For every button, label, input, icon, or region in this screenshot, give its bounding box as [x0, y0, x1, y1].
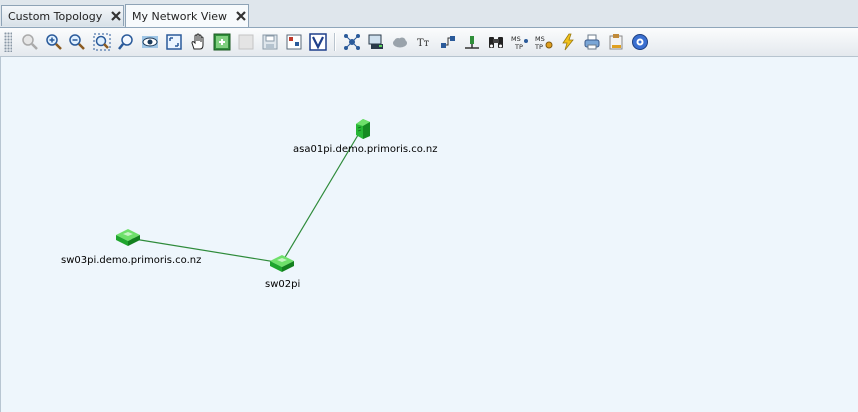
- add-device-icon[interactable]: [212, 32, 232, 52]
- zoom-reset-icon[interactable]: [20, 32, 40, 52]
- network-canvas[interactable]: asa01pi.demo.primoris.co.nz sw03pi.demo.…: [0, 57, 858, 412]
- cloud-icon[interactable]: [390, 32, 410, 52]
- switch-device-icon[interactable]: [269, 253, 295, 276]
- fit-window-icon[interactable]: [164, 32, 184, 52]
- switch-device-icon[interactable]: [115, 227, 141, 250]
- node-label-asa01pi: asa01pi.demo.primoris.co.nz: [293, 144, 438, 155]
- eye-view-icon[interactable]: [140, 32, 160, 52]
- zoom-in-icon[interactable]: [44, 32, 64, 52]
- printer-icon[interactable]: [582, 32, 602, 52]
- svg-text:Tт: Tт: [417, 38, 430, 49]
- visio-export-icon[interactable]: [308, 32, 328, 52]
- zoom-select-icon[interactable]: [116, 32, 136, 52]
- tab-custom-topology[interactable]: Custom Topology: [1, 5, 124, 26]
- firewall-device-icon[interactable]: [354, 116, 372, 143]
- svg-text:MS: MS: [511, 35, 521, 43]
- svg-text:TP: TP: [535, 43, 543, 51]
- toolbar: Tт MS TP MS TP: [0, 28, 858, 57]
- topology-icon[interactable]: [342, 32, 362, 52]
- tab-my-network-view[interactable]: My Network View: [125, 4, 249, 27]
- zoom-out-icon[interactable]: [67, 32, 87, 52]
- settings-icon[interactable]: [630, 32, 650, 52]
- disabled-icon: [236, 32, 256, 52]
- mstp-settings-icon[interactable]: MS TP: [534, 32, 554, 52]
- node-label-sw02pi: sw02pi: [265, 279, 301, 290]
- network-node-icon[interactable]: [462, 32, 482, 52]
- layout-icon[interactable]: [284, 32, 304, 52]
- tab-bar: Custom Topology My Network View: [0, 0, 858, 28]
- close-icon[interactable]: [235, 10, 247, 22]
- lightning-icon[interactable]: [558, 32, 578, 52]
- save-icon[interactable]: [260, 32, 280, 52]
- tab-label: Custom Topology: [8, 9, 103, 23]
- zoom-fit-icon[interactable]: [92, 32, 112, 52]
- node-label-sw03pi: sw03pi.demo.primoris.co.nz: [61, 255, 202, 266]
- tab-label: My Network View: [132, 9, 228, 23]
- svg-text:TP: TP: [514, 43, 523, 51]
- pan-hand-icon[interactable]: [188, 32, 208, 52]
- text-tool-icon[interactable]: Tт: [414, 32, 434, 52]
- binoculars-icon[interactable]: [486, 32, 506, 52]
- close-icon[interactable]: [110, 10, 122, 22]
- paste-icon[interactable]: [606, 32, 626, 52]
- toolbar-grip[interactable]: [4, 32, 12, 52]
- print-device-icon[interactable]: [366, 32, 386, 52]
- mstp-icon[interactable]: MS TP: [510, 32, 530, 52]
- svg-text:MS: MS: [535, 35, 545, 43]
- link-tool-icon[interactable]: [438, 32, 458, 52]
- toolbar-separator: [334, 33, 336, 51]
